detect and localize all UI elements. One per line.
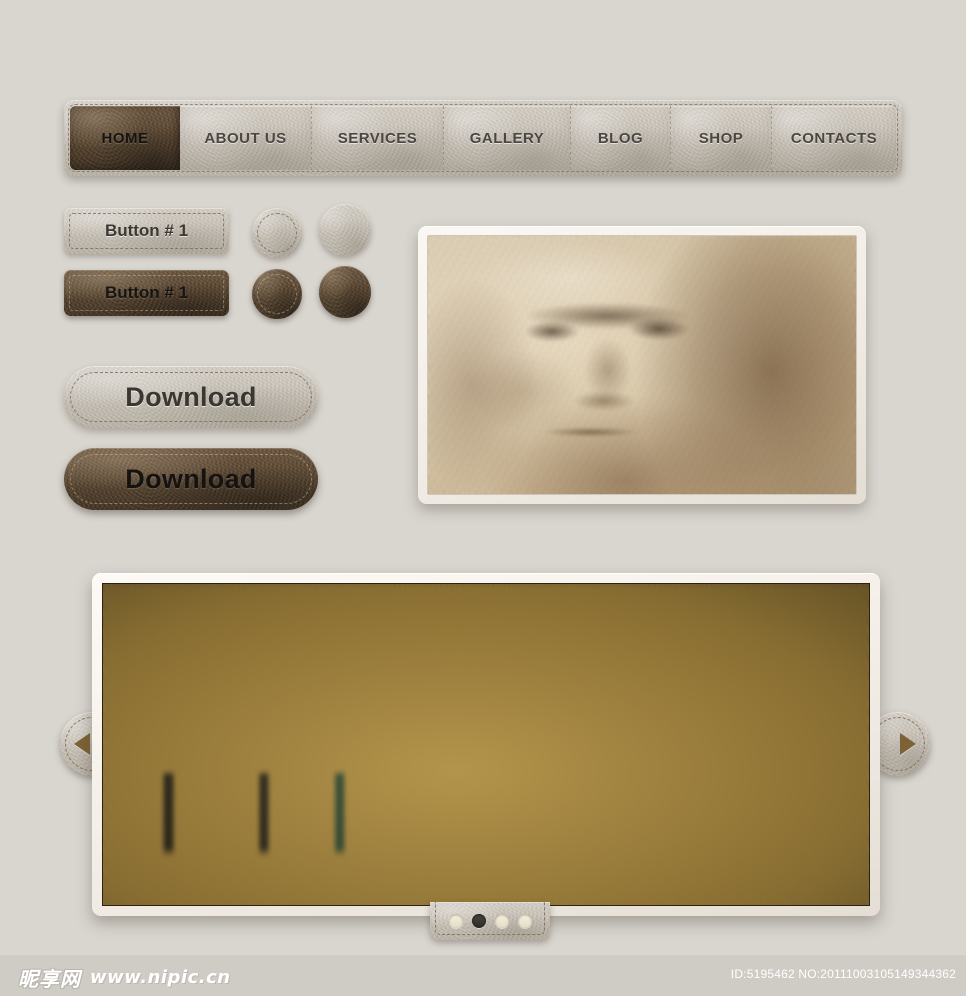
portrait-image [427,235,857,495]
footer-watermark-bar: 昵享网 www.nipic.cn ID:5195462 NO:201110031… [0,955,966,996]
pagination-dot-3[interactable] [494,914,509,928]
nav-items-container: HOME ABOUT US SERVICES GALLERY BLOG SHOP… [70,106,896,170]
nav-item-home[interactable]: HOME [70,106,180,170]
button-light-rect-label: Button # 1 [104,221,189,240]
nav-item-blog[interactable]: BLOG [571,106,671,170]
nav-item-label: SHOP [698,129,744,147]
circle-button-dark-stitched[interactable] [252,269,302,319]
main-navigation: HOME ABOUT US SERVICES GALLERY BLOG SHOP… [64,100,902,176]
download-button-dark[interactable]: Download [64,448,318,510]
nav-item-label: CONTACTS [790,129,878,147]
slider-image[interactable] [102,583,870,906]
pagination-dot-2[interactable] [471,914,486,928]
download-button-light[interactable]: Download [64,366,318,428]
circle-button-light-plain[interactable] [319,204,371,256]
chevron-right-icon [900,733,916,755]
nav-item-label: ABOUT US [204,129,287,147]
nav-item-contacts[interactable]: CONTACTS [772,106,896,170]
sepia-sketch-artwork [428,236,856,494]
watermark-logo: 昵享网 [18,967,81,991]
download-button-dark-label: Download [125,463,257,494]
button-dark-rect-label: Button # 1 [104,283,189,302]
button-light-rect[interactable]: Button # 1 [64,208,229,254]
image-id-label: ID:5195462 NO:20111003105149344362 [730,967,956,981]
circle-button-dark-plain[interactable] [319,266,371,318]
button-dark-rect[interactable]: Button # 1 [64,270,229,316]
nav-item-label: SERVICES [337,129,418,147]
pagination-dot-1[interactable] [448,914,463,928]
nav-item-label: GALLERY [469,129,545,147]
nav-item-services[interactable]: SERVICES [312,106,444,170]
image-slider-frame [92,573,880,916]
watermark: 昵享网 www.nipic.cn [18,963,231,992]
chevron-left-icon [74,733,90,755]
nav-item-about-us[interactable]: ABOUT US [180,106,312,170]
nav-item-gallery[interactable]: GALLERY [444,106,571,170]
circle-button-light-stitched[interactable] [252,208,302,258]
nav-item-label: HOME [101,129,149,147]
nav-item-shop[interactable]: SHOP [671,106,772,170]
nav-item-label: BLOG [597,129,644,147]
pagination-dot-4[interactable] [517,914,532,928]
portrait-photo-frame [418,226,866,504]
slider-pagination [430,902,550,940]
watermark-url: www.nipic.cn [90,967,231,988]
download-button-light-label: Download [125,381,257,412]
alley-street-artwork [103,584,869,905]
